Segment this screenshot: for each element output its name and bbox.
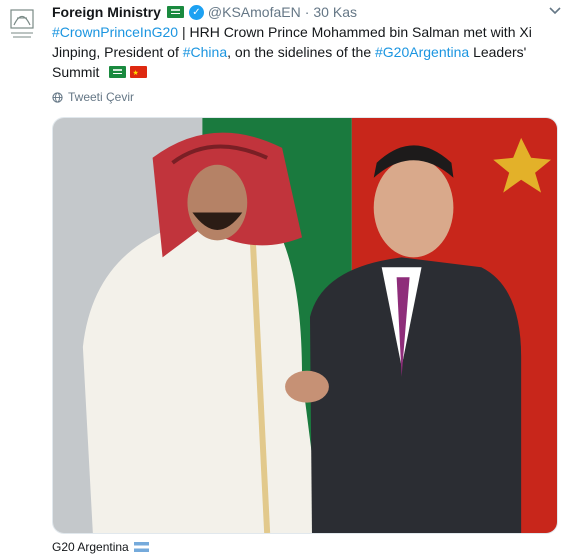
tweet-location[interactable]: G20 Argentina bbox=[52, 539, 149, 555]
tweet-text: #CrownPrinceInG20 | HRH Crown Prince Moh… bbox=[52, 22, 557, 84]
tweet-menu-button[interactable] bbox=[547, 5, 563, 17]
saudi-flag-icon bbox=[166, 6, 184, 18]
tweet-header: Foreign Ministry ✓ @KSAmofaEN · 30 Kas bbox=[52, 3, 357, 21]
location-label: G20 Argentina bbox=[52, 540, 129, 554]
argentina-flag-icon bbox=[133, 542, 149, 552]
saudi-flag-icon bbox=[109, 66, 127, 78]
photo-illustration bbox=[53, 118, 557, 533]
author-handle[interactable]: @KSAmofaEN bbox=[208, 4, 301, 20]
translate-label: Tweeti Çevir bbox=[68, 90, 135, 104]
tweet-photo[interactable] bbox=[52, 117, 558, 534]
china-flag-icon bbox=[130, 64, 148, 84]
verified-badge-icon: ✓ bbox=[188, 4, 204, 20]
author-avatar[interactable] bbox=[0, 2, 44, 46]
tweet-text-part: , on the sidelines of the bbox=[227, 44, 375, 60]
ministry-emblem-icon bbox=[10, 9, 34, 38]
tweet-timestamp[interactable]: 30 Kas bbox=[313, 4, 357, 20]
globe-icon bbox=[52, 91, 63, 103]
hashtag-g20argentina[interactable]: #G20Argentina bbox=[375, 44, 469, 60]
translate-tweet-link[interactable]: Tweeti Çevir bbox=[52, 89, 134, 105]
hashtag-china[interactable]: #China bbox=[183, 44, 227, 60]
hashtag-crownprinceing20[interactable]: #CrownPrinceInG20 bbox=[52, 24, 178, 40]
author-name[interactable]: Foreign Ministry bbox=[52, 4, 161, 20]
header-separator: · bbox=[304, 4, 310, 20]
flag-emojis bbox=[103, 64, 148, 84]
chevron-down-icon bbox=[549, 7, 561, 15]
